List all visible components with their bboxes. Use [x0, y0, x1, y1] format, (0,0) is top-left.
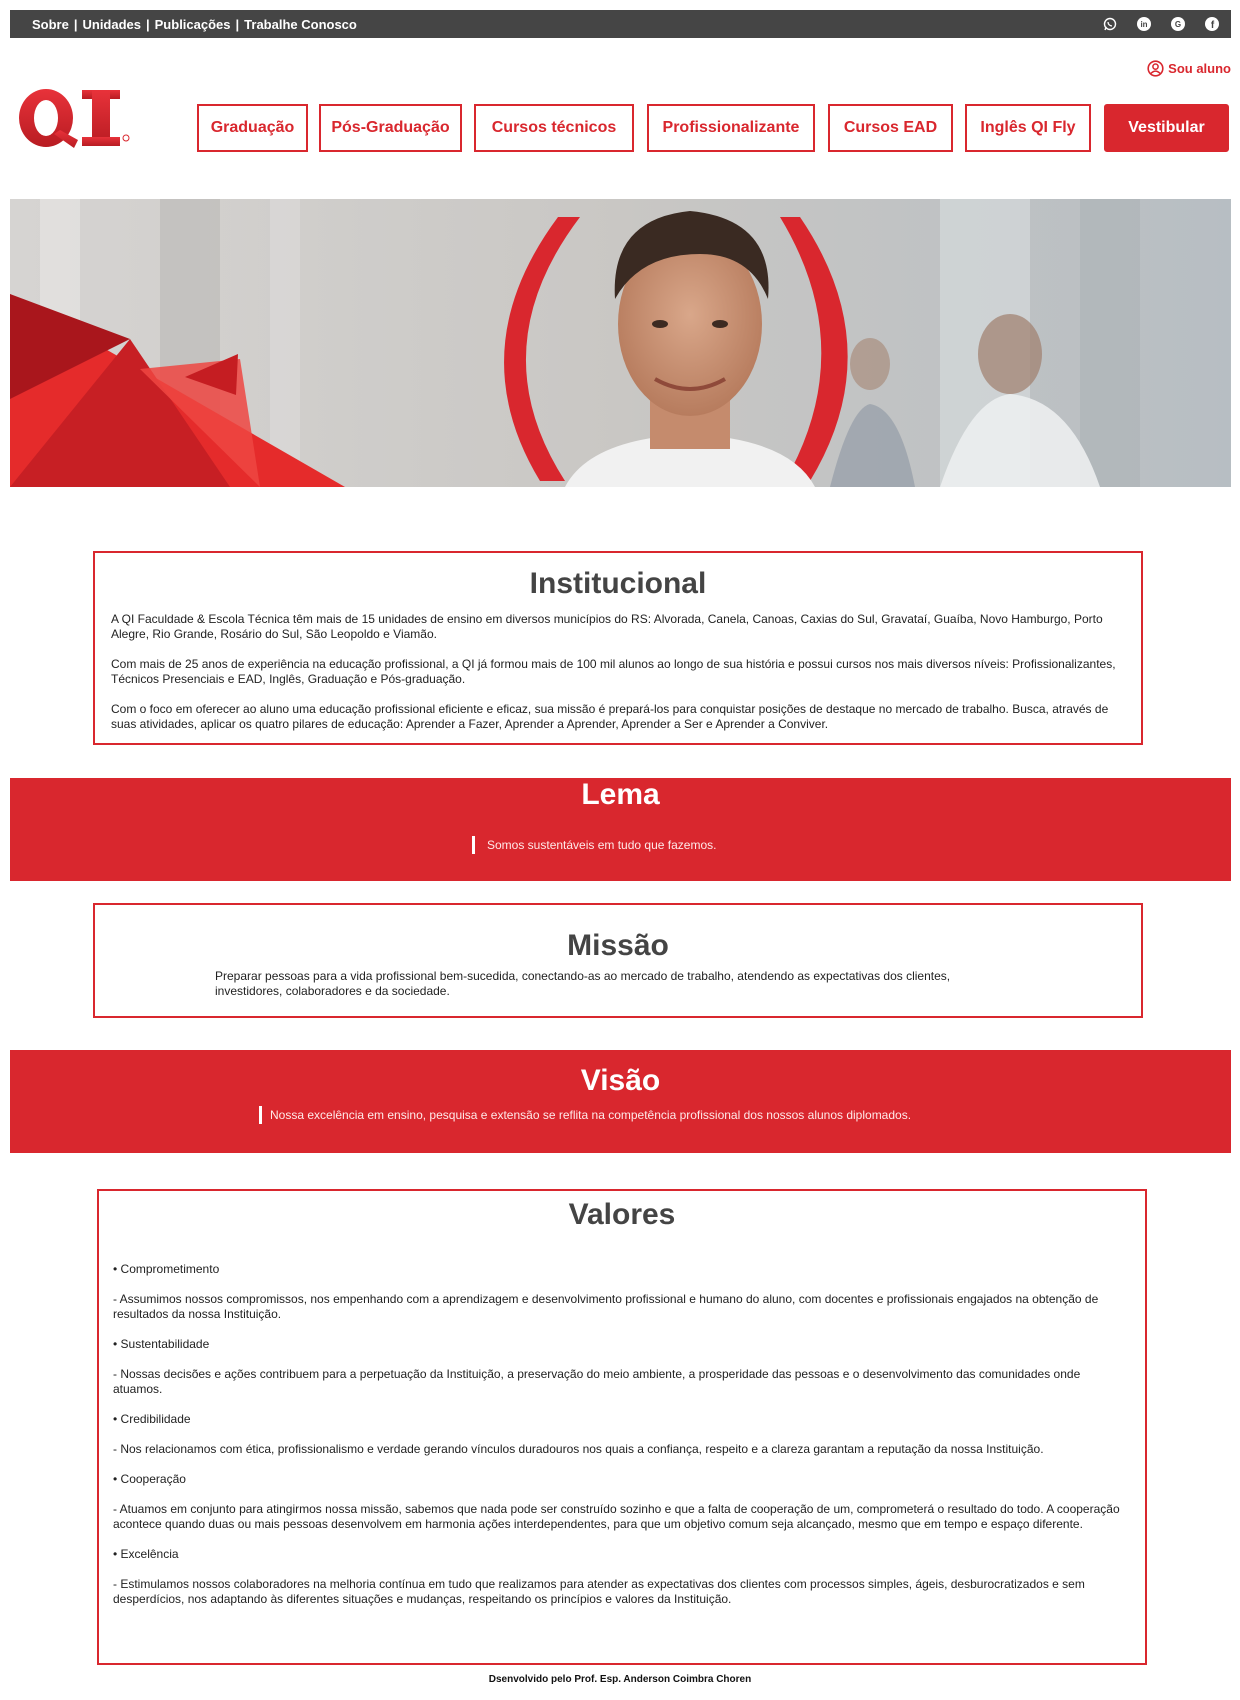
- google-icon[interactable]: G: [1171, 17, 1185, 31]
- valor-description: - Estimulamos nossos colaboradores na me…: [113, 1577, 1085, 1606]
- valor-description: - Nos relacionamos com ética, profission…: [113, 1442, 1044, 1456]
- nav-cursos-ead[interactable]: Cursos EAD: [828, 104, 953, 152]
- nav-graduacao[interactable]: Graduação: [197, 104, 308, 152]
- svg-text:G: G: [1175, 20, 1181, 29]
- visao-section: Visão Nossa excelência em ensino, pesqui…: [10, 1050, 1231, 1153]
- social-links: in G f: [1103, 17, 1219, 31]
- hero-image: [10, 199, 1231, 487]
- linkedin-icon[interactable]: in: [1137, 17, 1151, 31]
- user-icon: [1147, 60, 1164, 77]
- sou-aluno-label: Sou aluno: [1168, 61, 1231, 76]
- separator: |: [73, 16, 78, 32]
- valor-heading: • Sustentabilidade: [113, 1337, 210, 1351]
- nav-cursos-tecnicos[interactable]: Cursos técnicos: [474, 104, 634, 152]
- visao-quote: Nossa excelência em ensino, pesquisa e e…: [259, 1106, 911, 1124]
- lema-quote: Somos sustentáveis em tudo que fazemos.: [472, 836, 716, 854]
- nav-ingles-qi-fly[interactable]: Inglês QI Fly: [965, 104, 1091, 152]
- lema-section: Lema Somos sustentáveis em tudo que faze…: [10, 778, 1231, 881]
- sou-aluno-link[interactable]: Sou aluno: [1147, 60, 1231, 77]
- institucional-paragraph: Com mais de 25 anos de experiência na ed…: [111, 657, 1116, 686]
- svg-text:in: in: [1140, 20, 1147, 29]
- institucional-section: Institucional A QI Faculdade & Escola Té…: [93, 551, 1143, 745]
- quote-bar: [472, 836, 475, 854]
- footer-credit: Dsenvolvido pelo Prof. Esp. Anderson Coi…: [488, 1674, 752, 1685]
- nav-vestibular[interactable]: Vestibular: [1104, 104, 1229, 152]
- top-links: Sobre | Unidades | Publicações | Trabalh…: [32, 17, 357, 32]
- valor-heading: • Credibilidade: [113, 1412, 191, 1426]
- valor-heading: • Comprometimento: [113, 1262, 220, 1276]
- hero-banner: [10, 199, 1231, 487]
- missao-text: Preparar pessoas para a vida profissiona…: [215, 969, 951, 998]
- link-publicacoes[interactable]: Publicações: [155, 17, 231, 32]
- separator: |: [146, 16, 150, 32]
- whatsapp-icon[interactable]: [1103, 17, 1117, 31]
- valores-section: Valores • Comprometimento - Assumimos nos…: [97, 1189, 1147, 1665]
- valor-heading: • Excelência: [113, 1547, 179, 1561]
- valor-description: - Assumimos nossos compromissos, nos emp…: [113, 1292, 1099, 1321]
- valor-heading: • Cooperação: [113, 1472, 186, 1486]
- qi-logo[interactable]: [16, 86, 140, 150]
- site-header: Sou aluno Graduação Pós-Graduação Cursos…: [0, 38, 1240, 198]
- link-trabalhe-conosco[interactable]: Trabalhe Conosco: [244, 17, 357, 32]
- link-unidades[interactable]: Unidades: [82, 17, 141, 32]
- lema-title: Lema: [581, 778, 660, 811]
- valores-list: • Comprometimento - Assumimos nossos comp…: [113, 1262, 1125, 1622]
- facebook-icon[interactable]: f: [1205, 17, 1219, 31]
- missao-section: Missão Preparar pessoas para a vida prof…: [93, 903, 1143, 1018]
- visao-text: Nossa excelência em ensino, pesquisa e e…: [270, 1108, 912, 1122]
- visao-title: Visão: [580, 1064, 661, 1097]
- institucional-paragraph: A QI Faculdade & Escola Técnica têm mais…: [111, 612, 1103, 641]
- valor-description: - Nossas decisões e ações contribuem par…: [113, 1367, 1081, 1396]
- lema-text: Somos sustentáveis em tudo que fazemos.: [487, 838, 717, 852]
- top-bar: Sobre | Unidades | Publicações | Trabalh…: [10, 10, 1231, 38]
- missao-title: Missão: [567, 929, 669, 962]
- valores-title: Valores: [568, 1198, 676, 1231]
- separator: |: [235, 16, 240, 32]
- institucional-title: Institucional: [529, 567, 707, 600]
- link-sobre[interactable]: Sobre: [32, 17, 69, 32]
- nav-profissionalizante[interactable]: Profissionalizante: [647, 104, 815, 152]
- valor-description: - Atuamos em conjunto para atingirmos no…: [113, 1502, 1120, 1531]
- quote-bar: [259, 1106, 262, 1124]
- nav-pos-graduacao[interactable]: Pós-Graduação: [319, 104, 462, 152]
- institucional-paragraph: Com o foco em oferecer ao aluno uma educ…: [111, 702, 1109, 731]
